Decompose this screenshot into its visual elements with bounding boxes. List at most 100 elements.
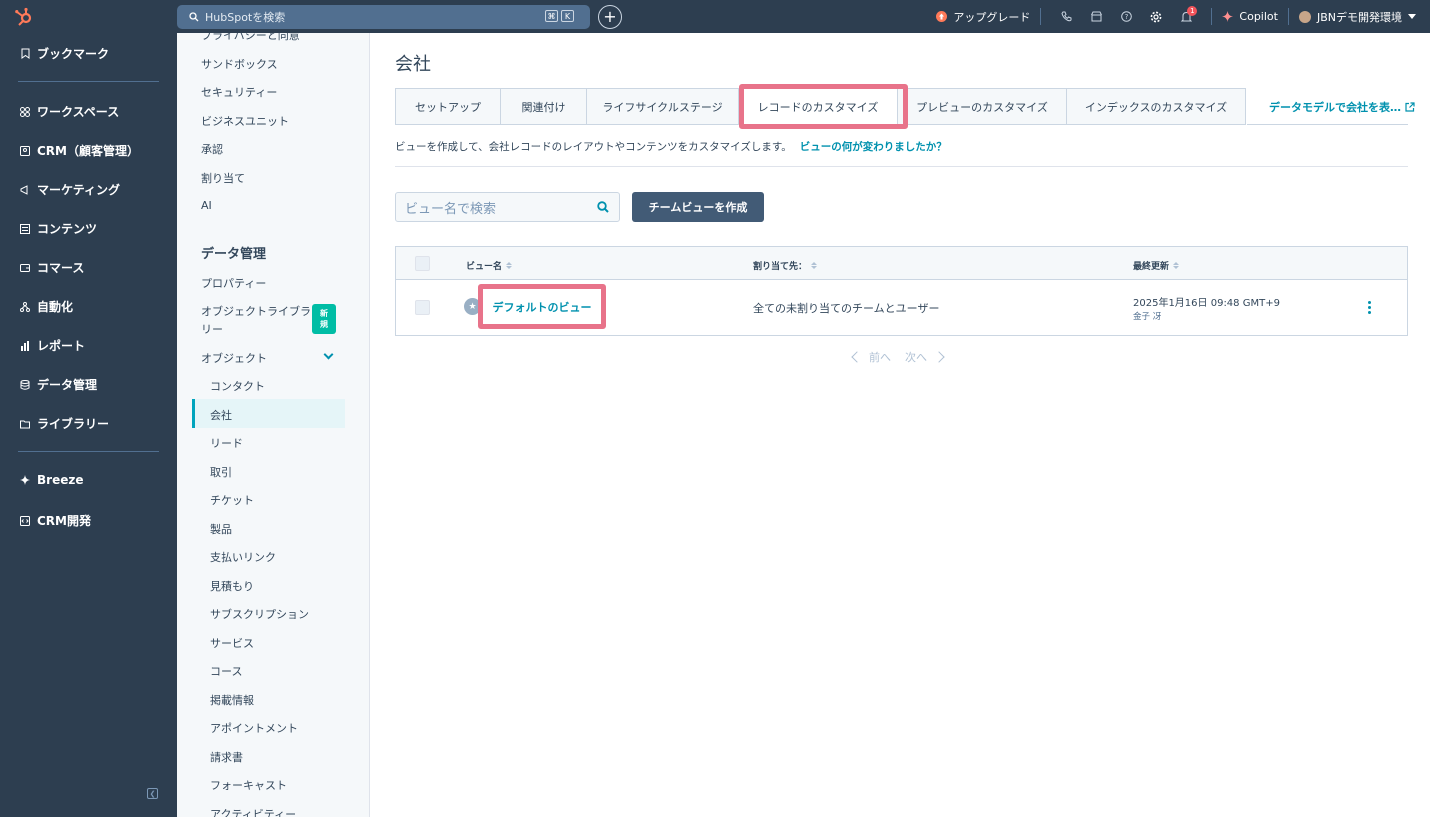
nav-item-content[interactable]: コンテンツ bbox=[20, 220, 97, 237]
main-content: 会社 セットアップ 関連付け ライフサイクルステージ レコードのカスタマイズ プ… bbox=[370, 33, 1430, 817]
settings-object-courses[interactable]: コース bbox=[210, 663, 242, 679]
nav-item-label: データ管理 bbox=[37, 378, 98, 392]
upgrade-button[interactable]: アップグレード bbox=[936, 9, 1030, 25]
create-new-button[interactable]: + bbox=[598, 5, 622, 29]
nav-item-crm-development[interactable]: CRM開発 bbox=[20, 512, 91, 529]
settings-item-business-units[interactable]: ビジネスユニット bbox=[201, 113, 289, 129]
settings-section-heading: データ管理 bbox=[201, 247, 267, 262]
assigned-to-cell: 全ての未割り当てのチームとユーザー bbox=[753, 302, 940, 315]
nav-item-label: マーケティング bbox=[37, 183, 121, 197]
nav-item-bookmarks[interactable]: ブックマーク bbox=[20, 45, 109, 62]
tab-setup[interactable]: セットアップ bbox=[395, 88, 501, 125]
nav-item-label: CRM（顧客管理） bbox=[37, 144, 139, 158]
settings-object-activities[interactable]: アクティビティー bbox=[210, 806, 296, 817]
global-search-placeholder: HubSpotを検索 bbox=[205, 11, 286, 24]
column-header-assigned-to[interactable]: 割り当て先： bbox=[753, 259, 818, 272]
settings-item-privacy[interactable]: プライバシーと同意 bbox=[201, 33, 300, 43]
settings-object-invoices[interactable]: 請求書 bbox=[210, 749, 243, 765]
nav-item-reports[interactable]: レポート bbox=[20, 337, 85, 354]
copilot-button[interactable]: Copilot bbox=[1222, 10, 1278, 23]
tab-associations[interactable]: 関連付け bbox=[501, 88, 587, 125]
tab-preview-customization[interactable]: プレビューのカスタマイズ bbox=[898, 88, 1067, 125]
settings-item-objects[interactable]: オブジェクト bbox=[201, 350, 267, 366]
nav-item-crm[interactable]: CRM（顧客管理） bbox=[20, 142, 139, 159]
nav-item-data-management[interactable]: データ管理 bbox=[20, 376, 97, 393]
hubspot-logo-icon[interactable] bbox=[14, 7, 34, 27]
create-team-view-button[interactable]: チームビューを作成 bbox=[632, 192, 764, 222]
nav-item-label: ブックマーク bbox=[37, 47, 110, 61]
settings-object-services[interactable]: サービス bbox=[210, 635, 254, 651]
settings-object-listings[interactable]: 掲載情報 bbox=[210, 692, 254, 708]
settings-object-quotes[interactable]: 見積もり bbox=[210, 578, 254, 594]
tab-highlight-annotation bbox=[739, 84, 908, 129]
commerce-icon bbox=[20, 263, 30, 273]
sort-icon bbox=[506, 262, 513, 269]
marketplace-icon[interactable] bbox=[1085, 6, 1107, 28]
nav-item-automation[interactable]: 自動化 bbox=[20, 298, 73, 315]
settings-object-tickets[interactable]: チケット bbox=[210, 492, 254, 508]
settings-object-deals[interactable]: 取引 bbox=[210, 464, 232, 480]
bookmark-icon bbox=[20, 48, 30, 59]
settings-item-assignments[interactable]: 割り当て bbox=[201, 170, 245, 186]
last-updated-date: 2025年1月16日 09:48 GMT+9 bbox=[1133, 298, 1280, 309]
nav-item-label: CRM開発 bbox=[37, 514, 91, 528]
nav-item-workspaces[interactable]: ワークスペース bbox=[20, 103, 119, 120]
nav-item-breeze[interactable]: Breeze bbox=[20, 473, 83, 487]
settings-item-sandboxes[interactable]: サンドボックス bbox=[201, 56, 278, 72]
nav-item-label: Breeze bbox=[37, 473, 84, 487]
collapse-nav-icon[interactable]: ❮ bbox=[147, 788, 158, 799]
settings-object-products[interactable]: 製品 bbox=[210, 521, 232, 537]
chevron-down-icon[interactable] bbox=[323, 349, 334, 360]
data-model-link[interactable]: データモデルで会社を表… bbox=[1269, 99, 1415, 115]
pagination-prev[interactable]: 前へ bbox=[869, 349, 891, 365]
settings-item-object-library[interactable]: オブジェクトライブラリー bbox=[201, 303, 311, 339]
global-search-input[interactable]: HubSpotを検索 ⌘ K bbox=[177, 5, 590, 29]
divider bbox=[395, 166, 1408, 167]
settings-item-ai[interactable]: AI bbox=[201, 199, 212, 212]
view-name-link[interactable]: デフォルトのビュー bbox=[493, 299, 592, 315]
settings-item-security[interactable]: セキュリティー bbox=[201, 84, 277, 100]
column-header-label: 割り当て先： bbox=[753, 262, 808, 272]
settings-object-payment-links[interactable]: 支払いリンク bbox=[210, 549, 276, 565]
view-search-input[interactable]: ビュー名で検索 bbox=[395, 192, 620, 222]
pagination-next[interactable]: 次へ bbox=[905, 349, 927, 365]
settings-object-forecast[interactable]: フォーキャスト bbox=[210, 777, 287, 793]
account-name: JBNデモ開発環境 bbox=[1316, 10, 1402, 24]
settings-object-appointments[interactable]: アポイントメント bbox=[210, 720, 298, 736]
whats-changed-link[interactable]: ビューの何が変わりましたか？ bbox=[800, 141, 947, 153]
primary-navigation: ブックマーク ワークスペース CRM（顧客管理） マーケティング コンテンツ コ… bbox=[0, 33, 177, 817]
settings-item-approvals[interactable]: 承認 bbox=[201, 141, 223, 157]
row-checkbox[interactable] bbox=[415, 300, 430, 315]
settings-object-companies[interactable]: 会社 bbox=[210, 407, 232, 423]
copilot-label: Copilot bbox=[1239, 10, 1278, 23]
settings-object-contacts[interactable]: コンタクト bbox=[210, 378, 265, 394]
k-key: K bbox=[561, 10, 574, 22]
notifications-bell-icon[interactable]: 1 bbox=[1175, 5, 1198, 28]
settings-object-subscriptions[interactable]: サブスクリプション bbox=[210, 606, 309, 622]
settings-gear-icon[interactable] bbox=[1145, 6, 1167, 28]
settings-item-properties[interactable]: プロパティー bbox=[201, 275, 266, 291]
column-header-view-name[interactable]: ビュー名 bbox=[466, 259, 513, 272]
nav-item-marketing[interactable]: マーケティング bbox=[20, 181, 120, 198]
column-header-label: ビュー名 bbox=[466, 262, 503, 272]
nav-item-label: コマース bbox=[37, 261, 85, 275]
tab-index-customization[interactable]: インデックスのカスタマイズ bbox=[1067, 88, 1246, 125]
new-badge-line-1: 新 bbox=[320, 308, 328, 318]
settings-sidebar: プライバシーと同意 サンドボックス セキュリティー ビジネスユニット 承認 割り… bbox=[177, 33, 370, 817]
select-all-checkbox[interactable] bbox=[415, 256, 430, 271]
nav-item-commerce[interactable]: コマース bbox=[20, 259, 84, 276]
new-badge: 新 規 bbox=[312, 304, 336, 334]
help-icon[interactable]: ? bbox=[1115, 6, 1137, 28]
tab-lifecycle-stages[interactable]: ライフサイクルステージ bbox=[587, 88, 739, 125]
column-header-label: 最終更新 bbox=[1133, 262, 1170, 272]
divider bbox=[18, 81, 159, 82]
calling-icon[interactable] bbox=[1055, 6, 1077, 28]
separator bbox=[1211, 8, 1213, 25]
account-menu[interactable]: JBNデモ開発環境 bbox=[1298, 9, 1416, 25]
column-header-last-updated[interactable]: 最終更新 bbox=[1133, 259, 1180, 272]
nav-item-library[interactable]: ライブラリー bbox=[20, 415, 109, 432]
nav-item-label: ライブラリー bbox=[37, 417, 110, 431]
row-actions-menu-icon[interactable] bbox=[1368, 301, 1371, 314]
chevron-down-icon bbox=[1408, 14, 1416, 19]
settings-object-leads[interactable]: リード bbox=[210, 435, 243, 451]
